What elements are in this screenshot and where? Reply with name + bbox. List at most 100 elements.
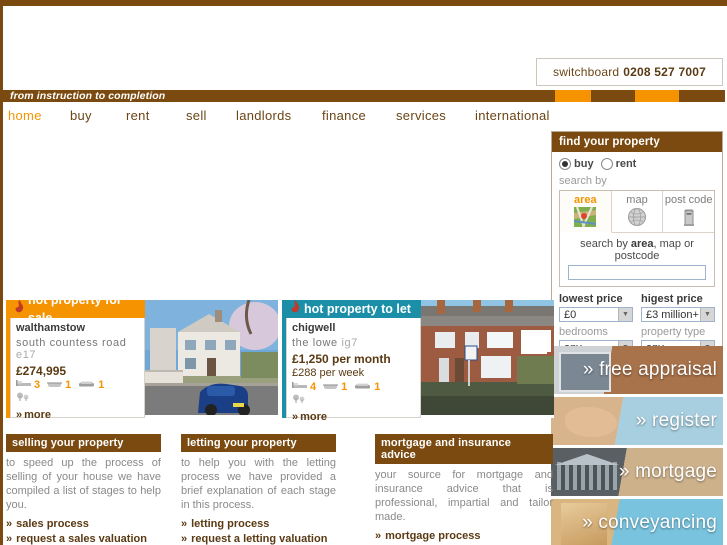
search-by-tabs-box: area map post code search by area, map o… (559, 190, 715, 287)
bath-icon (47, 379, 63, 391)
search-by-tabs: area map post code (560, 191, 715, 233)
promo-conveyancing-label: » conveyancing (582, 512, 717, 533)
nav-item-sell[interactable]: sell (186, 108, 207, 123)
link-sales-process[interactable]: » sales process (6, 518, 161, 530)
radio-buy[interactable]: buy (559, 158, 594, 170)
hot-sale-street: south countess road e17 (16, 337, 139, 361)
hot-sale-features-row2 (16, 392, 139, 405)
postbox-icon (663, 207, 714, 230)
info-box-letting-title: letting your property (181, 434, 336, 452)
link-letting-process-label: letting process (191, 518, 270, 530)
hot-let-photo[interactable] (421, 300, 554, 415)
promo-mortgage[interactable]: » mortgage (551, 448, 723, 496)
nav-item-buy[interactable]: buy (70, 108, 92, 123)
search-input[interactable] (568, 265, 706, 280)
info-box-letting-links: » letting process » request a letting valu… (181, 518, 336, 545)
masthead-logo-area (3, 6, 725, 55)
promo-register[interactable]: » register (551, 397, 723, 445)
highest-price-value: £3 million+ (646, 308, 699, 321)
hot-sale-receptions: 1 (98, 379, 105, 391)
hot-sale-town: walthamstow (16, 322, 86, 334)
nav-item-rent[interactable]: rent (126, 108, 150, 123)
hot-property-let-banner: hot property to let (286, 300, 421, 318)
promo-free-appraisal-label: » free appraisal (582, 359, 717, 380)
hot-property-to-let-card[interactable]: hot property to let chigwell the lowe ig… (282, 300, 554, 423)
link-request-letting-valuation-label: request a letting valuation (191, 533, 328, 545)
promo-free-appraisal[interactable]: » free appraisal (551, 346, 723, 394)
search-hint-bold: area (630, 238, 654, 250)
nav-item-finance[interactable]: finance (322, 108, 366, 123)
tab-postcode-label: post code (664, 194, 713, 206)
radio-buy-dot[interactable] (559, 158, 571, 170)
nav-item-international[interactable]: international (475, 108, 550, 123)
hot-let-receptions: 1 (374, 381, 381, 393)
hot-sale-more-link[interactable]: » more (16, 409, 139, 421)
hot-sale-price: £274,995 (16, 364, 67, 378)
info-box-mortgage: mortgage and insurance advice your sourc… (375, 434, 553, 545)
tab-search-by-area[interactable]: area (560, 191, 612, 233)
switchboard-box: switchboard 0208 527 7007 (536, 58, 723, 86)
info-box-selling: selling your property to speed up the pr… (6, 434, 161, 545)
chevron-down-icon[interactable]: ▼ (700, 308, 714, 321)
globe-icon (612, 207, 663, 230)
info-box-letting-body: to help you with the letting process we … (181, 457, 336, 511)
switchboard-number[interactable]: 0208 527 7007 (623, 65, 706, 79)
radio-rent-dot[interactable] (600, 158, 613, 170)
bath-icon (323, 381, 339, 393)
info-box-selling-links: » sales process » request a sales valuatio… (6, 518, 161, 545)
nav-item-services[interactable]: services (396, 108, 446, 123)
page-root: switchboard 0208 527 7007 from instructi… (0, 0, 727, 545)
hot-sale-postcode: e17 (16, 349, 37, 361)
radio-rent-label: rent (615, 158, 637, 170)
hot-sale-street-text: south countess road (16, 337, 127, 349)
promo-conveyancing[interactable]: » conveyancing (551, 499, 723, 545)
lowest-price-select[interactable]: £0 ▼ (559, 307, 633, 322)
bedrooms-label: bedrooms (559, 326, 608, 338)
tab-search-by-map[interactable]: map (611, 191, 664, 233)
link-request-letting-valuation[interactable]: » request a letting valuation (181, 533, 336, 545)
link-sales-process-label: sales process (16, 518, 89, 530)
hot-let-postcode: ig7 (341, 337, 358, 349)
tab-search-by-postcode[interactable]: post code (663, 191, 715, 233)
nav-item-landlords[interactable]: landlords (236, 108, 291, 123)
link-letting-process[interactable]: » letting process (181, 518, 336, 530)
map-area-icon (560, 206, 611, 230)
hot-property-for-sale-card[interactable]: hot property for sale walthamstow south … (6, 293, 278, 421)
nav-item-home[interactable]: home (8, 108, 42, 123)
hot-sale-more-label: more (24, 409, 52, 421)
hot-let-features-row2 (292, 394, 415, 407)
hot-let-more-link[interactable]: » more (292, 411, 415, 423)
hot-sale-photo[interactable] (145, 300, 278, 415)
info-box-selling-body: to speed up the process of selling of yo… (6, 457, 161, 511)
lowest-price-value: £0 (564, 308, 577, 321)
link-request-sales-valuation[interactable]: » request a sales valuation (6, 533, 161, 545)
chevron-down-icon[interactable]: ▼ (618, 308, 632, 321)
decor-block-orange-1 (555, 90, 591, 102)
link-mortgage-process[interactable]: » mortgage process (375, 530, 553, 542)
hot-property-let-banner-text: hot property to let (304, 302, 411, 316)
promo-register-label: » register (635, 410, 717, 431)
info-box-mortgage-body: your source for mortgage and insurance a… (375, 469, 553, 523)
lowest-price-label: lowest price (559, 293, 623, 305)
radio-rent[interactable]: rent (600, 158, 637, 170)
hot-sale-beds: 3 (34, 379, 41, 391)
property-type-label: property type (641, 326, 706, 338)
link-mortgage-process-label: mortgage process (385, 530, 481, 542)
highest-price-label: higest price (641, 293, 703, 305)
hot-sale-features: 3 1 1 (16, 379, 139, 391)
search-hint-prefix: search by (580, 238, 631, 250)
hot-sale-more-chevron: » (16, 409, 23, 421)
tab-area-label: area (574, 194, 597, 206)
flame-icon (290, 300, 301, 318)
hot-let-baths: 1 (341, 381, 348, 393)
decor-block-brown-1 (591, 90, 635, 102)
info-box-mortgage-links: »mortgage process »free advice (375, 530, 553, 545)
decor-block-brown-2 (679, 90, 725, 102)
highest-price-select[interactable]: £3 million+ ▼ (641, 307, 715, 322)
promo-mortgage-label: » mortgage (618, 461, 717, 482)
switchboard-label: switchboard (553, 65, 620, 79)
sofa-icon (354, 381, 371, 393)
hot-let-town: chigwell (292, 322, 336, 334)
tab-map-label: map (626, 194, 648, 206)
hot-let-more-chevron: » (292, 411, 299, 423)
